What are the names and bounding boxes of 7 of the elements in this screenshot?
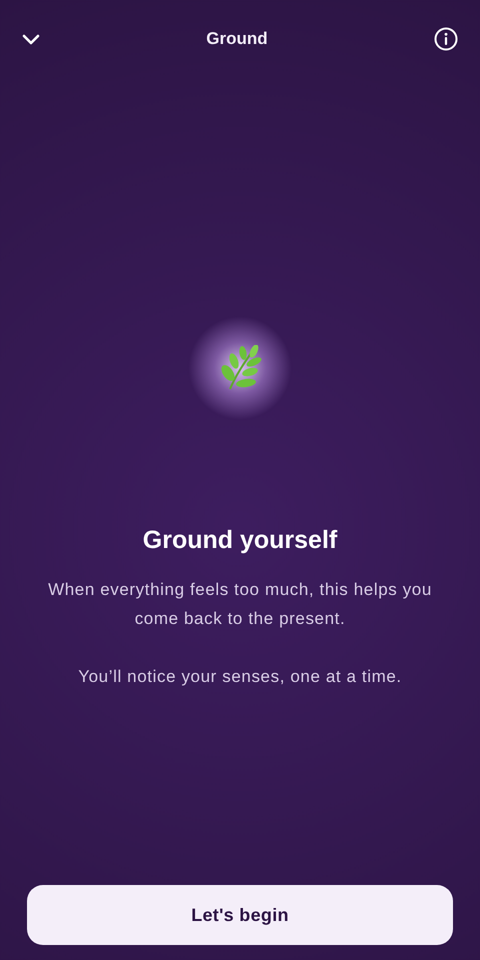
description-text: When everything feels too much, this helps you come back to the present.	[47, 579, 433, 630]
begin-button[interactable]: Let's begin	[27, 885, 453, 945]
hero-title: Ground yourself	[142, 526, 338, 555]
chevron-down-icon[interactable]	[22, 34, 40, 44]
note-text: You’ll notice your senses, one at a time.	[78, 666, 402, 688]
screen-title: Ground	[206, 29, 268, 49]
info-icon[interactable]	[434, 27, 458, 51]
